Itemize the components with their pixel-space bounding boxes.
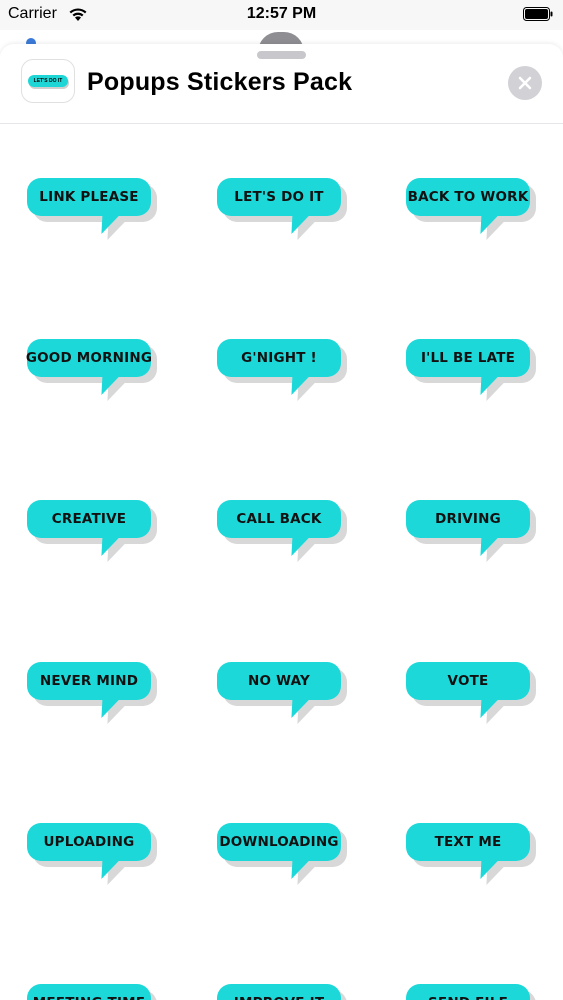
sticker-item[interactable]: G'NIGHT !	[217, 339, 357, 403]
sticker-item[interactable]: NEVER MIND	[27, 662, 167, 726]
sticker-label: NEVER MIND	[27, 662, 151, 700]
sticker-item[interactable]: NO WAY	[217, 662, 357, 726]
sticker-item[interactable]: BACK TO WORK	[406, 178, 546, 242]
sticker-item[interactable]: GOOD MORNING	[26, 339, 167, 403]
sticker-item[interactable]: IMPROVE IT	[217, 984, 357, 1000]
sticker-label: G'NIGHT !	[217, 339, 341, 377]
sticker-label: UPLOADING	[27, 823, 151, 861]
sticker-item[interactable]: I'LL BE LATE	[406, 339, 546, 403]
sticker-label: DOWNLOADING	[217, 823, 341, 861]
sticker-label: SEND FILE	[406, 984, 530, 1000]
sticker-label: I'LL BE LATE	[406, 339, 530, 377]
sticker-item[interactable]: TEXT ME	[406, 823, 546, 887]
close-button[interactable]	[508, 66, 542, 100]
sticker-item[interactable]: SEND FILE	[406, 984, 546, 1000]
sticker-label: GOOD MORNING	[26, 339, 152, 377]
sticker-item[interactable]: LET'S DO IT	[217, 178, 357, 242]
sticker-item[interactable]: CALL BACK	[217, 500, 357, 564]
status-bar: Carrier 12:57 PM	[0, 0, 563, 30]
sticker-sheet: LET'S DO IT Popups Stickers Pack LINK PL…	[0, 44, 563, 1000]
sticker-item[interactable]: CREATIVE	[27, 500, 167, 564]
sticker-label: CREATIVE	[27, 500, 151, 538]
sticker-item[interactable]: DRIVING	[406, 500, 546, 564]
sticker-label: NO WAY	[217, 662, 341, 700]
sticker-label: LINK PLEASE	[27, 178, 151, 216]
sticker-item[interactable]: VOTE	[406, 662, 546, 726]
sticker-label: BACK TO WORK	[406, 178, 530, 216]
sticker-pack-icon-label: LET'S DO IT	[28, 75, 68, 87]
sticker-label: TEXT ME	[406, 823, 530, 861]
sticker-pack-icon: LET'S DO IT	[21, 59, 75, 103]
sticker-label: LET'S DO IT	[217, 178, 341, 216]
sticker-item[interactable]: MEETING TIME	[27, 984, 167, 1000]
sticker-item[interactable]: LINK PLEASE	[27, 178, 167, 242]
sticker-label: CALL BACK	[217, 500, 341, 538]
sticker-label: MEETING TIME	[27, 984, 151, 1000]
close-icon	[518, 76, 532, 90]
sticker-label: VOTE	[406, 662, 530, 700]
status-time: 12:57 PM	[246, 5, 317, 22]
sticker-item[interactable]: UPLOADING	[27, 823, 167, 887]
sticker-label: DRIVING	[406, 500, 530, 538]
sticker-label: IMPROVE IT	[217, 984, 341, 1000]
page-title: Popups Stickers Pack	[87, 68, 353, 96]
battery-icon	[523, 7, 553, 21]
sticker-item[interactable]: DOWNLOADING	[217, 823, 357, 887]
sheet-header: LET'S DO IT Popups Stickers Pack	[0, 44, 563, 124]
